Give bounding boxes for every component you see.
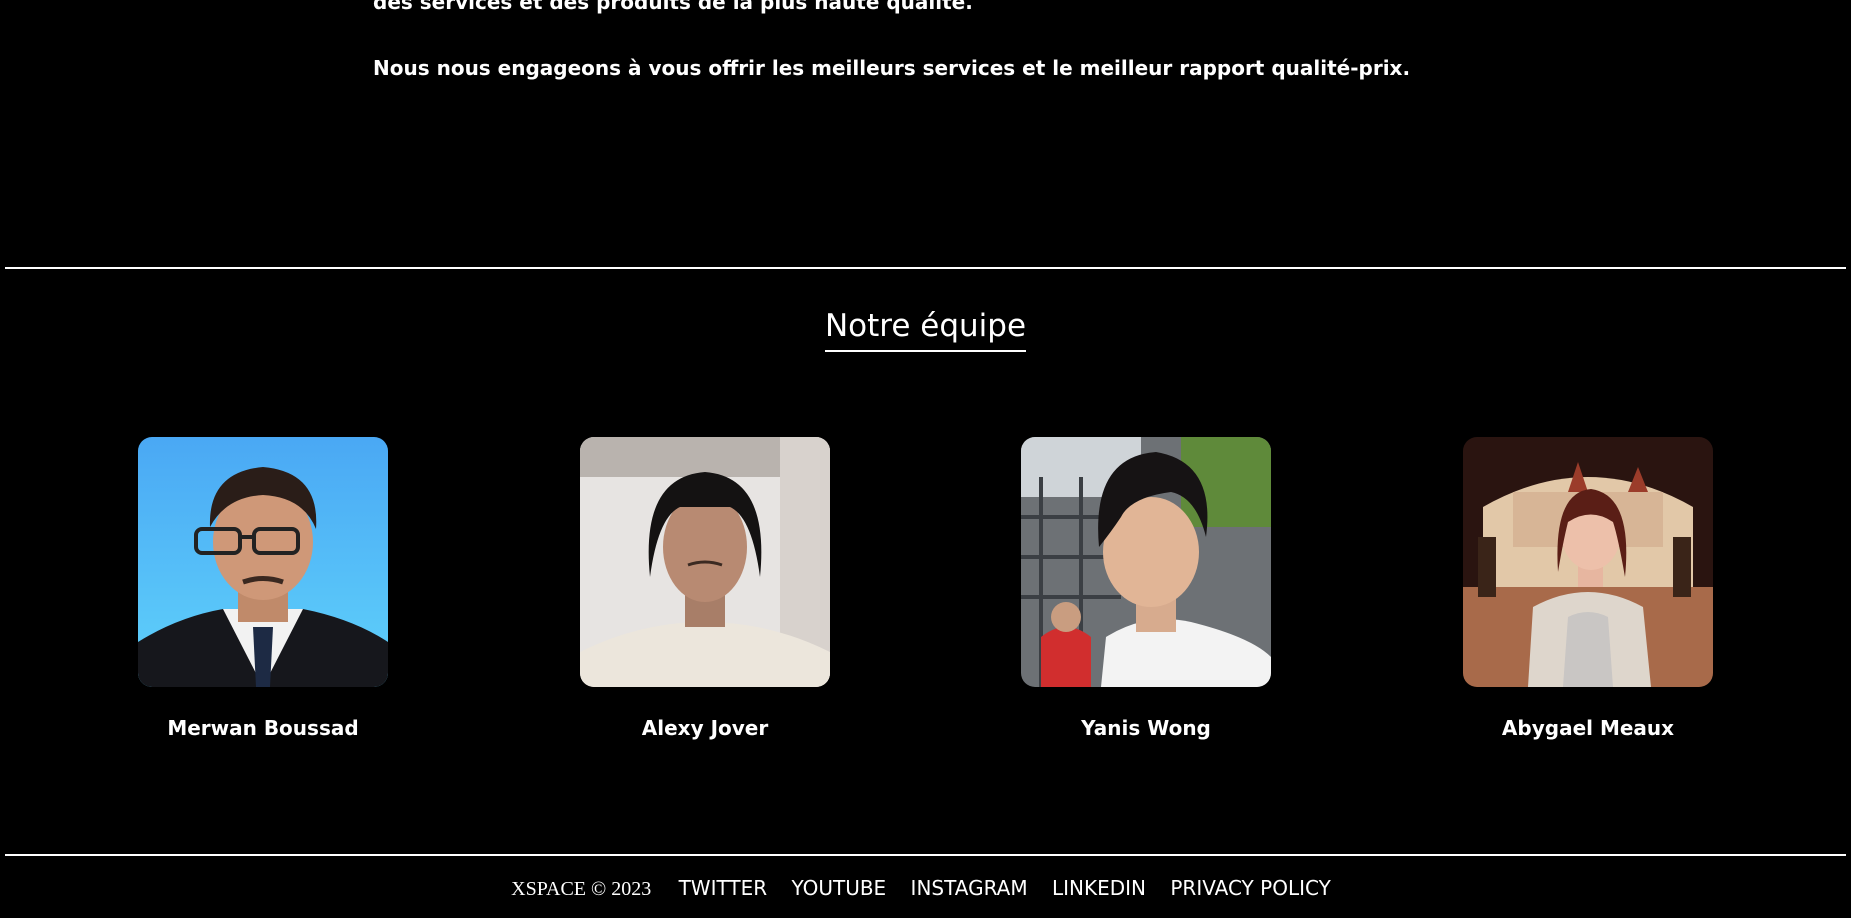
member-photo: [1463, 437, 1713, 687]
site-footer: XSPACE © 2023 TWITTER YOUTUBE INSTAGRAM …: [0, 873, 1851, 904]
footer-link-instagram[interactable]: INSTAGRAM: [911, 876, 1028, 900]
footer-link-twitter[interactable]: TWITTER: [679, 876, 768, 900]
team-title: Notre équipe: [824, 306, 1027, 352]
about-text-line-2: Nous nous engageons à vous offrir les me…: [373, 56, 1411, 80]
member-name: Yanis Wong: [1081, 716, 1211, 740]
team-member-card: Yanis Wong: [1021, 437, 1271, 740]
member-portrait-image: [580, 437, 830, 687]
member-photo: [1021, 437, 1271, 687]
about-text-line-1: des services et des produits de la plus …: [373, 0, 973, 14]
member-name: Merwan Boussad: [167, 716, 359, 740]
section-divider-top: [5, 267, 1846, 269]
team-member-card: Alexy Jover: [580, 437, 830, 740]
footer-link-linkedin[interactable]: LINKEDIN: [1052, 876, 1146, 900]
member-portrait-image: [1021, 437, 1271, 687]
footer-link-privacy-policy[interactable]: PRIVACY POLICY: [1170, 876, 1330, 900]
member-name: Abygael Meaux: [1501, 716, 1675, 740]
member-portrait-image: [1463, 437, 1713, 687]
footer-brand: XSPACE © 2023: [511, 878, 652, 900]
member-photo: [580, 437, 830, 687]
team-member-card: Merwan Boussad: [138, 437, 388, 740]
member-portrait-image: [138, 437, 388, 687]
team-heading: Notre équipe: [0, 306, 1851, 352]
footer-link-youtube[interactable]: YOUTUBE: [791, 876, 886, 900]
section-divider-bottom: [5, 854, 1846, 856]
team-member-card: Abygael Meaux: [1463, 437, 1713, 740]
member-photo: [138, 437, 388, 687]
member-name: Alexy Jover: [641, 716, 769, 740]
